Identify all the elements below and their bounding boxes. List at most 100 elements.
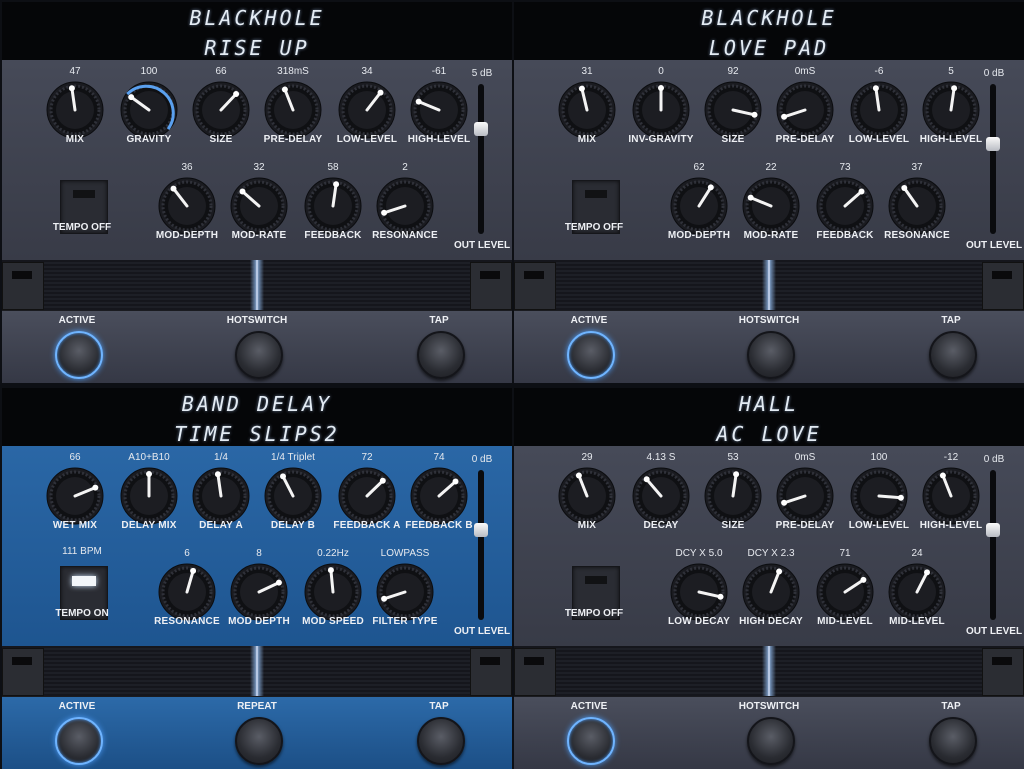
knob-dial[interactable] <box>631 466 691 526</box>
footswitch-active[interactable]: ACTIVE <box>544 699 634 769</box>
slider-track[interactable] <box>478 470 484 620</box>
hotswitch-button[interactable] <box>747 717 795 765</box>
knob-resonance[interactable]: 2 RESONANCE <box>370 162 440 252</box>
knob-dial[interactable] <box>191 80 251 140</box>
slider-track[interactable] <box>990 84 996 234</box>
footswitch-tap[interactable]: TAP <box>906 313 996 383</box>
out-level-slider[interactable]: 5 dB OUT LEVEL <box>452 60 512 260</box>
lcd-display: BAND DELAY TIME SLIPS2 <box>2 388 512 446</box>
footswitch-tap[interactable]: TAP <box>394 699 484 769</box>
control-panel: 47 MIX 100 GRAVITY 66 SIZE 318mS PRE-DELAY 34 LOW… <box>2 60 512 260</box>
knob-dial[interactable] <box>303 562 363 622</box>
knob-dial[interactable] <box>337 466 397 526</box>
active-button[interactable] <box>55 331 103 379</box>
knob-dial[interactable] <box>741 562 801 622</box>
knob-pointer-dot <box>872 85 879 92</box>
footswitch-label: HOTSWITCH <box>738 315 800 326</box>
knob-dial[interactable] <box>669 562 729 622</box>
pedal-strip <box>514 260 1024 310</box>
knob-dial[interactable] <box>887 562 947 622</box>
knob-pointer-dot <box>781 499 788 506</box>
knob-dial[interactable] <box>849 80 909 140</box>
active-button[interactable] <box>55 717 103 765</box>
active-button[interactable] <box>567 717 615 765</box>
knob-dial[interactable] <box>157 176 217 236</box>
knob-dial[interactable] <box>229 176 289 236</box>
slider-thumb[interactable] <box>474 523 488 537</box>
knob-dial[interactable] <box>119 466 179 526</box>
knob-dial[interactable] <box>45 80 105 140</box>
knob-dial[interactable] <box>157 562 217 622</box>
knob-pointer <box>329 568 335 594</box>
footswitch-hotswitch[interactable]: HOTSWITCH <box>212 313 302 383</box>
tap-button[interactable] <box>929 717 977 765</box>
knob-dial[interactable] <box>375 562 435 622</box>
knob-dial[interactable] <box>815 176 875 236</box>
knob-mid-level[interactable]: 24 MID-LEVEL <box>882 548 952 638</box>
knob-dial[interactable] <box>263 466 323 526</box>
knob-dial[interactable] <box>703 80 763 140</box>
tempo-toggle[interactable]: TEMPO OFF <box>544 548 644 638</box>
knob-dial[interactable] <box>375 176 435 236</box>
slider-track[interactable] <box>478 84 484 234</box>
footswitch-row: ACTIVE HOTSWITCH TAP <box>514 696 1024 769</box>
footswitch-tap[interactable]: TAP <box>394 313 484 383</box>
tap-button[interactable] <box>929 331 977 379</box>
knob-dial[interactable] <box>557 466 617 526</box>
knob-dial[interactable] <box>631 80 691 140</box>
knob-resonance[interactable]: 37 RESONANCE <box>882 162 952 252</box>
footswitch-repeat[interactable]: REPEAT <box>212 699 302 769</box>
out-level-slider[interactable]: 0 dB OUT LEVEL <box>964 446 1024 646</box>
preset-name[interactable]: LOVE PAD <box>514 36 1024 60</box>
knob-filter-type[interactable]: LOWPASS FILTER TYPE <box>370 548 440 638</box>
active-button[interactable] <box>567 331 615 379</box>
preset-name[interactable]: TIME SLIPS2 <box>2 422 512 446</box>
knob-pointer-dot <box>128 94 135 101</box>
hotswitch-button[interactable] <box>235 331 283 379</box>
knob-pointer-dot <box>951 85 958 92</box>
knob-dial[interactable] <box>337 80 397 140</box>
slider-thumb[interactable] <box>986 137 1000 151</box>
tempo-toggle[interactable]: 111 BPM TEMPO ON <box>32 546 132 638</box>
tap-button[interactable] <box>417 331 465 379</box>
footswitch-hotswitch[interactable]: HOTSWITCH <box>724 313 814 383</box>
knob-dial[interactable] <box>45 466 105 526</box>
knob-dial[interactable] <box>263 80 323 140</box>
repeat-button[interactable] <box>235 717 283 765</box>
slider-thumb[interactable] <box>986 523 1000 537</box>
knob-pointer-dot <box>860 576 867 583</box>
footswitch-active[interactable]: ACTIVE <box>32 699 122 769</box>
preset-name[interactable]: AC LOVE <box>514 422 1024 446</box>
knob-dial[interactable] <box>849 466 909 526</box>
knob-dial[interactable] <box>191 466 251 526</box>
jack-slot <box>524 271 544 279</box>
slider-thumb[interactable] <box>474 122 488 136</box>
tap-button[interactable] <box>417 717 465 765</box>
jack-slot <box>992 271 1012 279</box>
knob-dial[interactable] <box>303 176 363 236</box>
slider-track[interactable] <box>990 470 996 620</box>
effect-name: HALL <box>738 392 800 416</box>
out-level-slider[interactable]: 0 dB OUT LEVEL <box>964 60 1024 260</box>
knob-dial[interactable] <box>887 176 947 236</box>
footswitch-hotswitch[interactable]: HOTSWITCH <box>724 699 814 769</box>
footswitch-active[interactable]: ACTIVE <box>544 313 634 383</box>
knob-dial[interactable] <box>229 562 289 622</box>
preset-name[interactable]: RISE UP <box>2 36 512 60</box>
knob-dial[interactable] <box>669 176 729 236</box>
knob-dial[interactable] <box>775 466 835 526</box>
knob-dial[interactable] <box>815 562 875 622</box>
footswitch-active[interactable]: ACTIVE <box>32 313 122 383</box>
tempo-toggle[interactable]: TEMPO OFF <box>32 162 132 252</box>
knob-dial[interactable] <box>775 80 835 140</box>
footswitch-label: HOTSWITCH <box>738 701 800 712</box>
tempo-toggle[interactable]: TEMPO OFF <box>544 162 644 252</box>
knob-pointer-dot <box>327 567 334 574</box>
knob-dial[interactable] <box>557 80 617 140</box>
knob-dial[interactable] <box>119 80 179 140</box>
footswitch-tap[interactable]: TAP <box>906 699 996 769</box>
knob-dial[interactable] <box>703 466 763 526</box>
hotswitch-button[interactable] <box>747 331 795 379</box>
out-level-slider[interactable]: 0 dB OUT LEVEL <box>452 446 512 646</box>
knob-dial[interactable] <box>741 176 801 236</box>
